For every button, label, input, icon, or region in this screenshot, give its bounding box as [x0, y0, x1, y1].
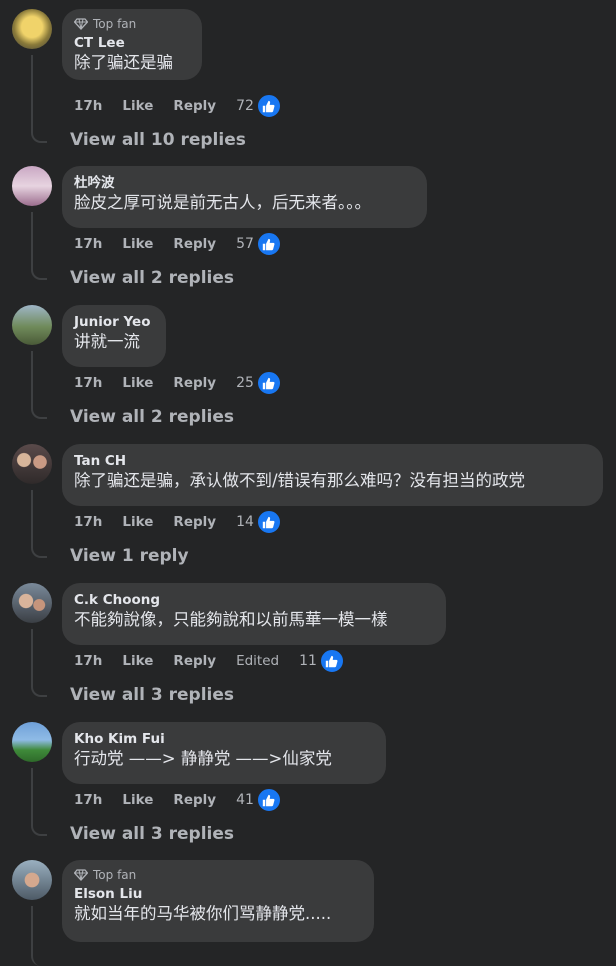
top-fan-label: Top fan: [93, 17, 137, 31]
thumbs-up-icon: [256, 371, 281, 395]
reply-button[interactable]: Reply: [173, 236, 216, 252]
reply-button[interactable]: Reply: [173, 375, 216, 391]
reply-button[interactable]: Reply: [173, 792, 216, 808]
comment-text: 脸皮之厚可说是前无古人，后无来者。。。: [74, 193, 371, 212]
comment-actions: 17h Like Reply 41: [74, 788, 281, 812]
reply-button[interactable]: Reply: [173, 514, 216, 530]
comment-text: 除了骗还是骗，承认做不到/错误有那么难吗？没有担当的政党: [74, 471, 526, 490]
reaction-number: 72: [236, 98, 254, 114]
thread-line: [31, 906, 47, 966]
thread-line: [31, 490, 47, 558]
avatar[interactable]: [12, 166, 52, 206]
comment-bubble: Junior Yeo 讲就一流: [62, 305, 166, 367]
comment-text: 行动党 ——> 静静党 ——>仙家党: [74, 749, 332, 768]
like-button[interactable]: Like: [122, 98, 153, 114]
thread-line: [31, 629, 47, 697]
like-button[interactable]: Like: [122, 792, 153, 808]
like-button[interactable]: Like: [122, 375, 153, 391]
comment-time[interactable]: 17h: [74, 514, 102, 530]
comment-time[interactable]: 17h: [74, 98, 102, 114]
avatar[interactable]: [12, 444, 52, 484]
reaction-count[interactable]: 41: [236, 788, 281, 812]
comment-bubble: C.k Choong 不能夠說像，只能夠說和以前馬華一模一樣: [62, 583, 446, 645]
thread-line: [31, 55, 47, 143]
comment-bubble: Tan CH 除了骗还是骗，承认做不到/错误有那么难吗？没有担当的政党: [62, 444, 603, 506]
diamond-icon: [74, 18, 88, 30]
top-fan-badge: Top fan: [74, 868, 361, 882]
avatar[interactable]: [12, 583, 52, 623]
thread-line: [31, 768, 47, 836]
comment-text: 除了骗还是骗: [74, 53, 173, 72]
comment-text: 不能夠說像，只能夠說和以前馬華一模一樣: [74, 610, 388, 629]
thread-line: [31, 351, 47, 419]
view-replies-link[interactable]: View all 3 replies: [70, 685, 234, 705]
avatar[interactable]: [12, 860, 52, 900]
comment-text: 讲就一流: [74, 332, 140, 351]
thumbs-up-icon: [319, 649, 344, 673]
view-replies-link[interactable]: View 1 reply: [70, 546, 189, 566]
reaction-count[interactable]: 57: [236, 232, 281, 256]
reaction-number: 57: [236, 236, 254, 252]
comment-bubble: Top fan Elson Liu 就如当年的马华被你们骂静静党.....: [62, 860, 374, 942]
reply-button[interactable]: Reply: [173, 98, 216, 114]
reaction-count[interactable]: 72: [236, 94, 281, 118]
comment-time[interactable]: 17h: [74, 792, 102, 808]
thumbs-up-icon: [256, 788, 281, 812]
avatar[interactable]: [12, 9, 52, 49]
comment-actions: 17h Like Reply Edited 11: [74, 649, 344, 673]
comment-author[interactable]: 杜吟波: [74, 174, 414, 192]
reaction-number: 25: [236, 375, 254, 391]
like-button[interactable]: Like: [122, 514, 153, 530]
comment-bubble: 杜吟波 脸皮之厚可说是前无古人，后无来者。。。: [62, 166, 427, 228]
top-fan-label: Top fan: [93, 868, 137, 882]
comment-author[interactable]: C.k Choong: [74, 591, 433, 609]
reaction-number: 14: [236, 514, 254, 530]
comment-text: 就如当年的马华被你们骂静静党.....: [74, 904, 332, 923]
comment-author[interactable]: Elson Liu: [74, 885, 361, 903]
thumbs-up-icon: [256, 510, 281, 534]
thumbs-up-icon: [256, 232, 281, 256]
view-replies-link[interactable]: View all 2 replies: [70, 407, 234, 427]
reply-button[interactable]: Reply: [173, 653, 216, 669]
comment-bubble: Top fan CT Lee 除了骗还是骗: [62, 9, 202, 80]
reaction-count[interactable]: 14: [236, 510, 281, 534]
reaction-number: 41: [236, 792, 254, 808]
comment-time[interactable]: 17h: [74, 653, 102, 669]
view-replies-link[interactable]: View all 2 replies: [70, 268, 234, 288]
comment-actions: 17h Like Reply 72: [74, 94, 281, 118]
comment-author[interactable]: Tan CH: [74, 452, 590, 470]
view-replies-link[interactable]: View all 3 replies: [70, 824, 234, 844]
avatar[interactable]: [12, 305, 52, 345]
comment-time[interactable]: 17h: [74, 375, 102, 391]
avatar[interactable]: [12, 722, 52, 762]
comment-time[interactable]: 17h: [74, 236, 102, 252]
comment-author[interactable]: CT Lee: [74, 34, 189, 52]
top-fan-badge: Top fan: [74, 17, 189, 31]
reaction-count[interactable]: 11: [299, 649, 344, 673]
comment-actions: 17h Like Reply 14: [74, 510, 281, 534]
view-replies-link[interactable]: View all 10 replies: [70, 130, 246, 150]
like-button[interactable]: Like: [122, 236, 153, 252]
comment-bubble: Kho Kim Fui 行动党 ——> 静静党 ——>仙家党: [62, 722, 386, 784]
diamond-icon: [74, 869, 88, 881]
like-button[interactable]: Like: [122, 653, 153, 669]
comment-actions: 17h Like Reply 25: [74, 371, 281, 395]
comment-actions: 17h Like Reply 57: [74, 232, 281, 256]
reaction-count[interactable]: 25: [236, 371, 281, 395]
thumbs-up-icon: [256, 94, 281, 118]
reaction-number: 11: [299, 653, 317, 669]
comment-author[interactable]: Junior Yeo: [74, 313, 153, 331]
edited-label: Edited: [236, 653, 280, 669]
thread-line: [31, 212, 47, 280]
comment-author[interactable]: Kho Kim Fui: [74, 730, 373, 748]
